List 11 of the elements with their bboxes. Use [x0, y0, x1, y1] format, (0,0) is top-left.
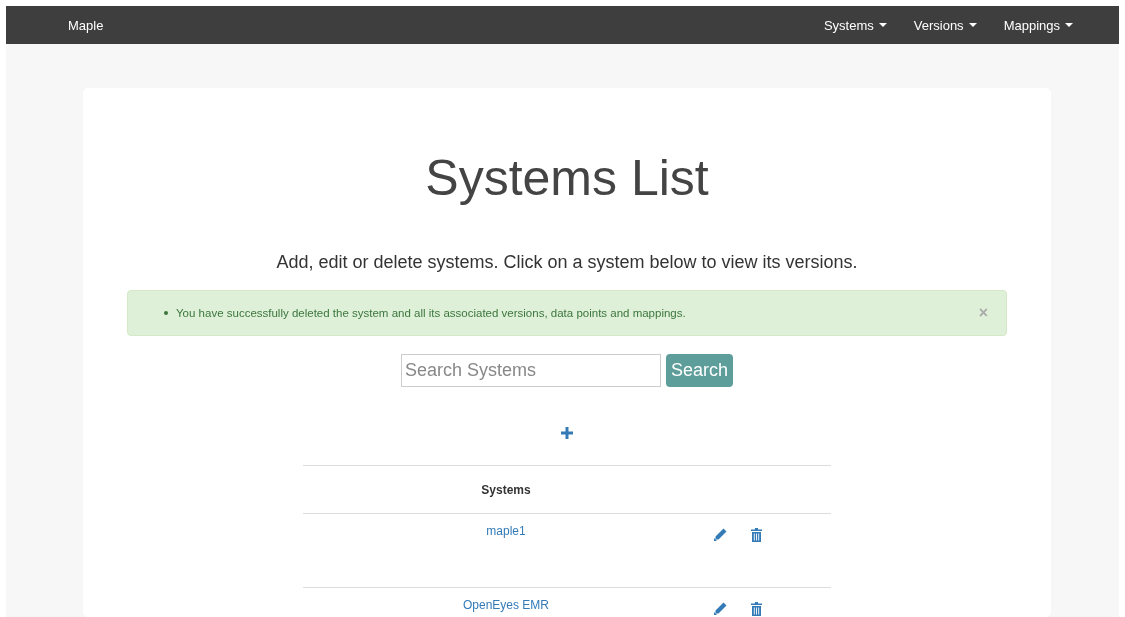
system-link[interactable]: OpenEyes EMR [462, 598, 549, 612]
nav-menu[interactable]: Versions [913, 17, 977, 33]
brand-link[interactable]: Maple [68, 17, 104, 33]
page-subtitle: Add, edit or delete systems. Click on a system below to view its versions. [276, 252, 858, 273]
search-field[interactable]: Search Systems [400, 354, 661, 387]
system-link[interactable]: maple1 [486, 524, 526, 538]
nav-menu[interactable]: Mappings [1003, 17, 1073, 33]
page-title: Systems List [425, 149, 709, 208]
column-header: Systems [481, 482, 531, 497]
alert-message: You have successfully deleted the system and all its associated versions, data points and mappings. [176, 307, 686, 319]
nav-menu[interactable]: Systems [823, 17, 887, 33]
